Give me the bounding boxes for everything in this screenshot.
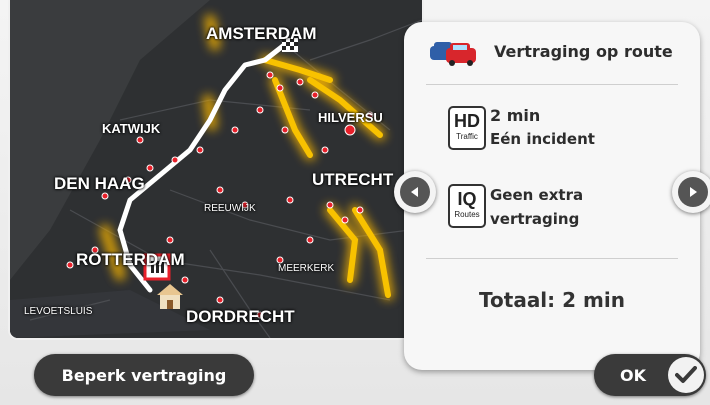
city-label-amsterdam: AMSTERDAM xyxy=(206,24,317,43)
total-delay: Totaal: 2 min xyxy=(479,288,625,312)
traffic-car-icon xyxy=(430,42,476,66)
divider xyxy=(426,84,678,85)
route-map[interactable]: AMSTERDAM KATWIJK HILVERSU DEN HAAG UTRE… xyxy=(8,0,424,340)
panel-title: Vertraging op route xyxy=(494,42,673,61)
city-label-reeuwijk: REEUWIJK xyxy=(204,203,256,214)
city-label-den-haag: DEN HAAG xyxy=(54,174,145,193)
route-delay-panel: Vertraging op route HD Traffic 2 min Eén… xyxy=(404,22,700,370)
iq-routes-badge-icon: IQ Routes xyxy=(448,184,486,228)
divider xyxy=(426,258,678,259)
city-label-utrecht: UTRECHT xyxy=(312,170,394,189)
city-label-katwijk: KATWIJK xyxy=(102,121,161,136)
limit-delay-button[interactable]: Beperk vertraging xyxy=(34,354,254,396)
city-label-hilversum: HILVERSU xyxy=(318,110,383,125)
hd-traffic-badge-icon: HD Traffic xyxy=(448,106,486,150)
hd-badge-sub: Traffic xyxy=(456,132,478,141)
city-label-hellevoetsluis: LEVOETSLUIS xyxy=(24,306,93,317)
city-label-rotterdam: ROTTERDAM xyxy=(76,250,185,269)
iq-routes-line2: vertraging xyxy=(490,210,580,228)
iq-badge-main: IQ xyxy=(457,189,477,209)
previous-button[interactable] xyxy=(394,171,436,213)
hd-traffic-incidents: Eén incident xyxy=(490,130,595,148)
city-label-dordrecht: DORDRECHT xyxy=(186,307,295,326)
limit-delay-label: Beperk vertraging xyxy=(61,365,227,385)
arrow-right-icon xyxy=(690,187,697,197)
iq-routes-line1: Geen extra xyxy=(490,186,584,204)
next-button[interactable] xyxy=(672,171,710,213)
ok-button[interactable]: OK xyxy=(594,354,706,396)
hd-traffic-delay: 2 min xyxy=(490,106,541,125)
hd-badge-main: HD xyxy=(454,111,480,131)
arrow-left-icon xyxy=(411,187,418,197)
map-canvas xyxy=(10,0,422,338)
iq-badge-sub: Routes xyxy=(454,210,480,219)
city-label-meerkerk: MEERKERK xyxy=(278,263,335,274)
checkmark-icon xyxy=(668,357,704,393)
ok-label: OK xyxy=(620,365,646,385)
